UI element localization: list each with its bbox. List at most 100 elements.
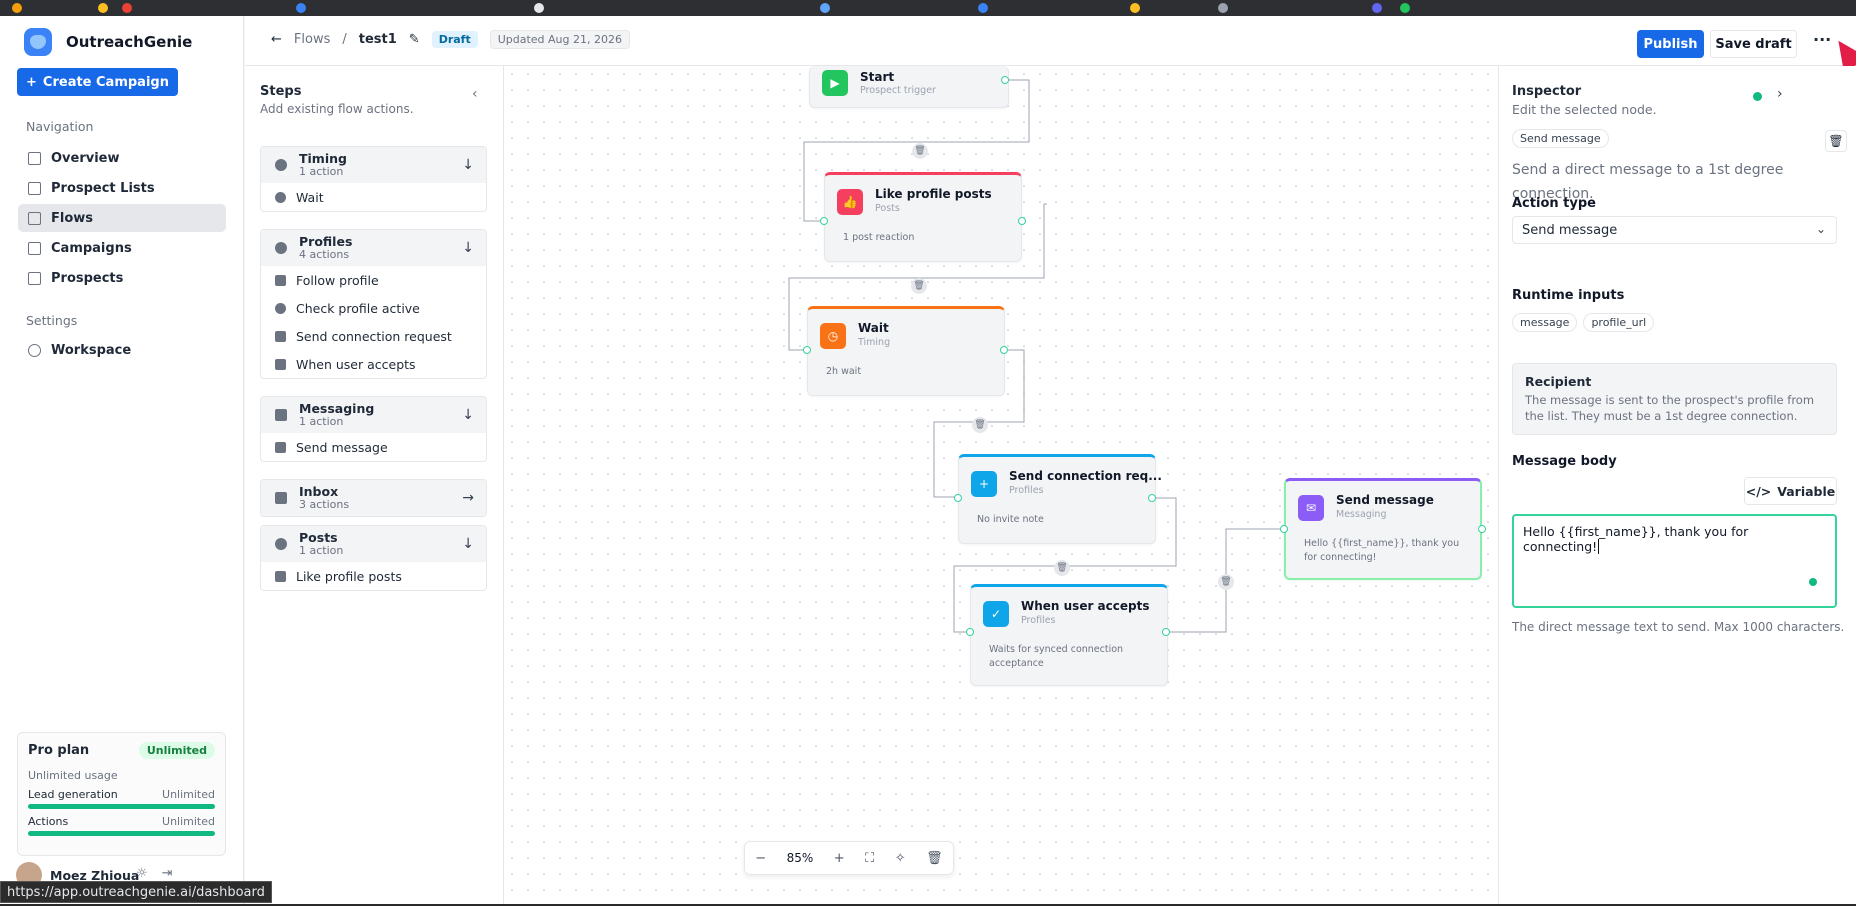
node-title: Wait <box>858 321 889 335</box>
arrow-down-icon: ↓ <box>462 407 474 423</box>
input-port[interactable] <box>803 346 811 354</box>
output-port[interactable] <box>1001 76 1009 84</box>
plus-icon: + <box>26 74 37 90</box>
step-group-header[interactable]: Posts 1 action ↓ <box>261 526 486 562</box>
node-category: Profiles <box>1009 485 1044 496</box>
delete-edge-icon[interactable]: 🗑 <box>1218 574 1234 590</box>
chart-icon <box>28 151 41 165</box>
step-group-messaging: Messaging 1 action ↓ Send message <box>260 396 487 462</box>
sidebar-item-label: Overview <box>51 150 120 166</box>
output-port[interactable] <box>1000 346 1008 354</box>
sidebar-item-label: Prospect Lists <box>51 180 155 196</box>
node-category: Prospect trigger <box>860 85 936 96</box>
step-group-header[interactable]: Messaging 1 action ↓ <box>261 397 486 433</box>
create-campaign-button[interactable]: + Create Campaign <box>17 68 178 96</box>
save-draft-button[interactable]: Save draft <box>1710 30 1797 58</box>
group-name: Inbox <box>299 484 339 499</box>
sidebar-item-label: Campaigns <box>51 240 132 256</box>
code-icon: </> <box>1745 483 1772 499</box>
browser-strip <box>0 0 1856 16</box>
user-check-icon <box>275 358 286 370</box>
flow-node-start[interactable]: ▶ Start Prospect trigger <box>809 66 1009 108</box>
node-category: Timing <box>858 337 891 348</box>
sidebar-item-campaigns[interactable]: Campaigns <box>18 234 226 262</box>
output-port[interactable] <box>1018 217 1026 225</box>
chevron-right-icon[interactable]: › <box>1777 86 1783 102</box>
flow-node-when-user-accepts[interactable]: ✓ When user accepts Profiles Waits for s… <box>970 584 1168 686</box>
sidebar-item-prospects[interactable]: Prospects <box>18 264 226 292</box>
message-body-textarea[interactable]: Hello {{first_name}}, thank you for conn… <box>1512 514 1837 608</box>
flow-node-like-profile-posts[interactable]: 👍 Like profile posts Posts 1 post reacti… <box>824 172 1022 262</box>
actions-bar <box>28 831 215 836</box>
trash-icon[interactable]: 🗑 <box>926 851 943 866</box>
sidebar-item-flows[interactable]: Flows <box>18 204 226 232</box>
insert-variable-button[interactable]: </> Variable <box>1744 477 1837 505</box>
delete-edge-icon[interactable]: 🗑 <box>972 417 988 433</box>
user-check-icon: ✓ <box>983 601 1009 627</box>
publish-button[interactable]: Publish <box>1637 30 1704 58</box>
flow-node-send-connection-request[interactable]: + Send connection req... Profiles No inv… <box>958 454 1162 544</box>
flow-canvas[interactable]: ▶ Start Prospect trigger 🗑 👍 Like profil… <box>504 66 1498 904</box>
output-port[interactable] <box>1478 525 1486 533</box>
group-count: 4 actions <box>299 248 350 261</box>
step-item-wait[interactable]: Wait <box>261 183 486 211</box>
node-body: No invite note <box>977 514 1044 525</box>
message-body-value: Hello {{first_name}}, thank you for conn… <box>1523 524 1749 554</box>
logout-icon[interactable]: ⇥ <box>162 866 173 881</box>
step-item-follow-profile[interactable]: Follow profile <box>261 266 486 294</box>
step-item-check-profile-active[interactable]: Check profile active <box>261 294 486 322</box>
node-title: Send connection req... <box>1009 469 1162 483</box>
theme-toggle-icon[interactable]: ☼ <box>136 866 148 881</box>
step-item-when-user-accepts[interactable]: When user accepts <box>261 350 486 378</box>
sidebar-item-workspace[interactable]: Workspace <box>18 336 226 364</box>
brand-name: OutreachGenie <box>66 33 193 51</box>
create-campaign-label: Create Campaign <box>42 74 169 90</box>
input-port[interactable] <box>820 217 828 225</box>
clock-icon <box>275 191 286 203</box>
node-title: Like profile posts <box>875 187 992 201</box>
flow-node-send-message[interactable]: ✉ Send message Messaging Hello {{first_n… <box>1284 478 1482 580</box>
zoom-in-icon[interactable]: + <box>834 851 845 866</box>
step-item-send-connection-request[interactable]: Send connection request <box>261 322 486 350</box>
variable-label: Variable <box>1777 483 1836 499</box>
step-group-header[interactable]: Profiles 4 actions ↓ <box>261 230 486 266</box>
node-body: 2h wait <box>826 366 862 377</box>
back-arrow-icon[interactable]: ← <box>271 32 282 47</box>
flow-icon <box>28 211 41 225</box>
output-port[interactable] <box>1162 628 1170 636</box>
sidebar-item-overview[interactable]: Overview <box>18 144 226 172</box>
step-group-header[interactable]: Inbox 3 actions → <box>261 480 486 516</box>
brand[interactable]: OutreachGenie <box>24 28 192 56</box>
step-item-send-message[interactable]: Send message <box>261 433 486 461</box>
recipient-title: Recipient <box>1525 374 1592 389</box>
steps-title: Steps <box>260 84 302 99</box>
node-category: Messaging <box>1336 509 1387 520</box>
auto-layout-icon[interactable]: ✧ <box>895 851 906 866</box>
step-item-label: Send connection request <box>296 328 452 344</box>
delete-edge-icon[interactable]: 🗑 <box>912 143 928 159</box>
action-type-select[interactable]: Send message ⌄ <box>1512 216 1837 244</box>
collapse-panel-icon[interactable]: ‹ <box>472 86 478 102</box>
output-port[interactable] <box>1148 494 1156 502</box>
flow-node-wait[interactable]: ◷ Wait Timing 2h wait <box>807 306 1005 396</box>
delete-edge-icon[interactable]: 🗑 <box>911 278 927 294</box>
sidebar-item-prospect-lists[interactable]: Prospect Lists <box>18 174 226 202</box>
input-port[interactable] <box>954 494 962 502</box>
plan-row-label: Actions <box>28 815 69 828</box>
delete-node-button[interactable]: 🗑 <box>1825 130 1847 152</box>
fit-view-icon[interactable]: ⛶ <box>865 851 874 866</box>
input-port[interactable] <box>966 628 974 636</box>
step-group-profiles: Profiles 4 actions ↓ Follow profile Check… <box>260 229 487 379</box>
step-group-header[interactable]: Timing 1 action ↓ <box>261 147 486 183</box>
input-port[interactable] <box>1280 525 1288 533</box>
edit-pencil-icon[interactable]: ✎ <box>409 32 420 47</box>
step-item-like-profile-posts[interactable]: Like profile posts <box>261 562 486 590</box>
grammar-indicator-icon <box>1809 578 1817 586</box>
zoom-out-icon[interactable]: − <box>755 851 766 866</box>
step-item-label: Send message <box>296 439 388 455</box>
crumb-flows-link[interactable]: Flows <box>294 32 330 47</box>
group-count: 1 action <box>299 544 344 557</box>
sidebar-item-label: Prospects <box>51 270 124 286</box>
step-group-posts: Posts 1 action ↓ Like profile posts <box>260 525 487 591</box>
delete-edge-icon[interactable]: 🗑 <box>1054 560 1070 576</box>
